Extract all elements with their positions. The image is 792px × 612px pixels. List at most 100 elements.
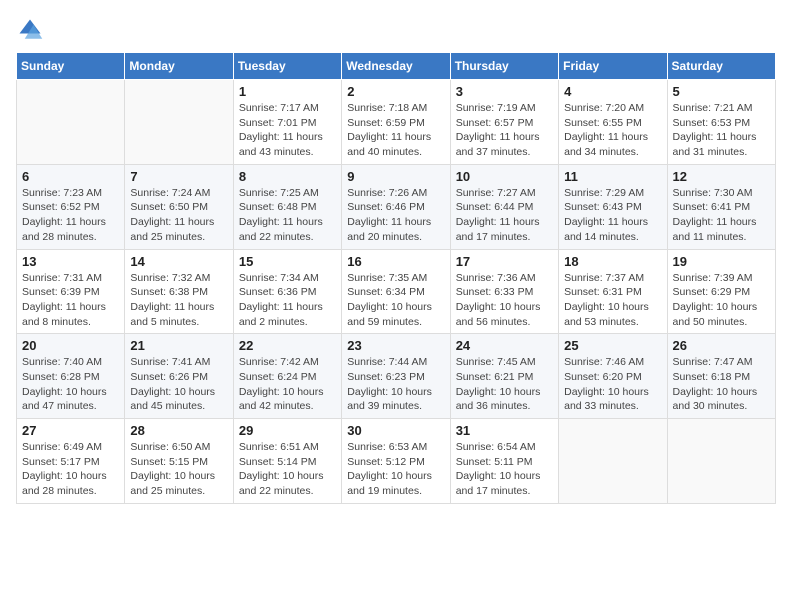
calendar-day-cell: 18 Sunrise: 7:37 AM Sunset: 6:31 PM Dayli… bbox=[559, 249, 667, 334]
weekday-header-monday: Monday bbox=[125, 53, 233, 80]
calendar-day-cell: 20 Sunrise: 7:40 AM Sunset: 6:28 PM Dayli… bbox=[17, 334, 125, 419]
logo bbox=[16, 16, 48, 44]
day-number: 20 bbox=[22, 338, 119, 353]
day-info: Sunrise: 7:30 AM Sunset: 6:41 PM Dayligh… bbox=[673, 186, 770, 245]
page-header bbox=[16, 16, 776, 44]
day-info: Sunrise: 7:23 AM Sunset: 6:52 PM Dayligh… bbox=[22, 186, 119, 245]
day-info: Sunrise: 7:29 AM Sunset: 6:43 PM Dayligh… bbox=[564, 186, 661, 245]
day-info: Sunrise: 7:39 AM Sunset: 6:29 PM Dayligh… bbox=[673, 271, 770, 330]
day-info: Sunrise: 7:18 AM Sunset: 6:59 PM Dayligh… bbox=[347, 101, 444, 160]
day-number: 17 bbox=[456, 254, 553, 269]
day-info: Sunrise: 7:44 AM Sunset: 6:23 PM Dayligh… bbox=[347, 355, 444, 414]
calendar-day-cell: 9 Sunrise: 7:26 AM Sunset: 6:46 PM Daylig… bbox=[342, 164, 450, 249]
day-number: 8 bbox=[239, 169, 336, 184]
day-number: 14 bbox=[130, 254, 227, 269]
calendar-week-row: 6Sunrise: 7:23 AM Sunset: 6:52 PM Daylig… bbox=[17, 164, 776, 249]
calendar-day-cell: 27Sunrise: 6:49 AM Sunset: 5:17 PM Dayli… bbox=[17, 419, 125, 504]
calendar-day-cell: 25 Sunrise: 7:46 AM Sunset: 6:20 PM Dayli… bbox=[559, 334, 667, 419]
day-number: 2 bbox=[347, 84, 444, 99]
day-number: 16 bbox=[347, 254, 444, 269]
calendar-week-row: 13 Sunrise: 7:31 AM Sunset: 6:39 PM Dayli… bbox=[17, 249, 776, 334]
day-number: 23 bbox=[347, 338, 444, 353]
weekday-header-sunday: Sunday bbox=[17, 53, 125, 80]
day-info: Sunrise: 7:32 AM Sunset: 6:38 PM Dayligh… bbox=[130, 271, 227, 330]
day-number: 21 bbox=[130, 338, 227, 353]
day-info: Sunrise: 7:34 AM Sunset: 6:36 PM Dayligh… bbox=[239, 271, 336, 330]
day-number: 3 bbox=[456, 84, 553, 99]
calendar-day-cell: 7Sunrise: 7:24 AM Sunset: 6:50 PM Daylig… bbox=[125, 164, 233, 249]
calendar-day-cell: 24 Sunrise: 7:45 AM Sunset: 6:21 PM Dayli… bbox=[450, 334, 558, 419]
calendar-day-cell: 30 Sunrise: 6:53 AM Sunset: 5:12 PM Dayli… bbox=[342, 419, 450, 504]
calendar-day-cell: 1 Sunrise: 7:17 AM Sunset: 7:01 PM Daylig… bbox=[233, 80, 341, 165]
day-number: 22 bbox=[239, 338, 336, 353]
day-number: 10 bbox=[456, 169, 553, 184]
day-number: 15 bbox=[239, 254, 336, 269]
day-info: Sunrise: 6:49 AM Sunset: 5:17 PM Dayligh… bbox=[22, 440, 119, 499]
calendar-week-row: 1 Sunrise: 7:17 AM Sunset: 7:01 PM Daylig… bbox=[17, 80, 776, 165]
day-info: Sunrise: 7:31 AM Sunset: 6:39 PM Dayligh… bbox=[22, 271, 119, 330]
calendar-day-cell: 17Sunrise: 7:36 AM Sunset: 6:33 PM Dayli… bbox=[450, 249, 558, 334]
calendar-day-cell: 23 Sunrise: 7:44 AM Sunset: 6:23 PM Dayli… bbox=[342, 334, 450, 419]
calendar-day-cell: 31Sunrise: 6:54 AM Sunset: 5:11 PM Dayli… bbox=[450, 419, 558, 504]
calendar-day-cell: 6Sunrise: 7:23 AM Sunset: 6:52 PM Daylig… bbox=[17, 164, 125, 249]
day-number: 9 bbox=[347, 169, 444, 184]
day-number: 18 bbox=[564, 254, 661, 269]
calendar-day-cell: 12Sunrise: 7:30 AM Sunset: 6:41 PM Dayli… bbox=[667, 164, 775, 249]
day-info: Sunrise: 7:46 AM Sunset: 6:20 PM Dayligh… bbox=[564, 355, 661, 414]
day-number: 19 bbox=[673, 254, 770, 269]
day-number: 24 bbox=[456, 338, 553, 353]
day-info: Sunrise: 7:20 AM Sunset: 6:55 PM Dayligh… bbox=[564, 101, 661, 160]
calendar-day-cell: 2 Sunrise: 7:18 AM Sunset: 6:59 PM Daylig… bbox=[342, 80, 450, 165]
calendar-day-cell: 11 Sunrise: 7:29 AM Sunset: 6:43 PM Dayli… bbox=[559, 164, 667, 249]
day-number: 26 bbox=[673, 338, 770, 353]
calendar-day-cell: 5Sunrise: 7:21 AM Sunset: 6:53 PM Daylig… bbox=[667, 80, 775, 165]
day-number: 25 bbox=[564, 338, 661, 353]
day-info: Sunrise: 7:27 AM Sunset: 6:44 PM Dayligh… bbox=[456, 186, 553, 245]
day-info: Sunrise: 7:21 AM Sunset: 6:53 PM Dayligh… bbox=[673, 101, 770, 160]
weekday-header-thursday: Thursday bbox=[450, 53, 558, 80]
day-info: Sunrise: 6:50 AM Sunset: 5:15 PM Dayligh… bbox=[130, 440, 227, 499]
calendar-day-cell: 26 Sunrise: 7:47 AM Sunset: 6:18 PM Dayli… bbox=[667, 334, 775, 419]
day-number: 30 bbox=[347, 423, 444, 438]
calendar-week-row: 27Sunrise: 6:49 AM Sunset: 5:17 PM Dayli… bbox=[17, 419, 776, 504]
calendar-day-cell: 16 Sunrise: 7:35 AM Sunset: 6:34 PM Dayli… bbox=[342, 249, 450, 334]
calendar-day-cell: 4 Sunrise: 7:20 AM Sunset: 6:55 PM Daylig… bbox=[559, 80, 667, 165]
day-number: 1 bbox=[239, 84, 336, 99]
day-info: Sunrise: 7:37 AM Sunset: 6:31 PM Dayligh… bbox=[564, 271, 661, 330]
calendar-day-cell: 19 Sunrise: 7:39 AM Sunset: 6:29 PM Dayli… bbox=[667, 249, 775, 334]
weekday-header-row: SundayMondayTuesdayWednesdayThursdayFrid… bbox=[17, 53, 776, 80]
weekday-header-tuesday: Tuesday bbox=[233, 53, 341, 80]
calendar-day-cell: 14 Sunrise: 7:32 AM Sunset: 6:38 PM Dayli… bbox=[125, 249, 233, 334]
calendar-day-cell bbox=[667, 419, 775, 504]
day-info: Sunrise: 6:54 AM Sunset: 5:11 PM Dayligh… bbox=[456, 440, 553, 499]
calendar-day-cell: 10 Sunrise: 7:27 AM Sunset: 6:44 PM Dayli… bbox=[450, 164, 558, 249]
weekday-header-friday: Friday bbox=[559, 53, 667, 80]
calendar-day-cell: 8 Sunrise: 7:25 AM Sunset: 6:48 PM Daylig… bbox=[233, 164, 341, 249]
calendar-day-cell bbox=[17, 80, 125, 165]
day-info: Sunrise: 7:42 AM Sunset: 6:24 PM Dayligh… bbox=[239, 355, 336, 414]
day-info: Sunrise: 7:25 AM Sunset: 6:48 PM Dayligh… bbox=[239, 186, 336, 245]
day-info: Sunrise: 6:51 AM Sunset: 5:14 PM Dayligh… bbox=[239, 440, 336, 499]
logo-icon bbox=[16, 16, 44, 44]
calendar-table: SundayMondayTuesdayWednesdayThursdayFrid… bbox=[16, 52, 776, 504]
day-number: 13 bbox=[22, 254, 119, 269]
day-number: 7 bbox=[130, 169, 227, 184]
weekday-header-wednesday: Wednesday bbox=[342, 53, 450, 80]
day-info: Sunrise: 7:47 AM Sunset: 6:18 PM Dayligh… bbox=[673, 355, 770, 414]
day-info: Sunrise: 6:53 AM Sunset: 5:12 PM Dayligh… bbox=[347, 440, 444, 499]
calendar-day-cell: 22 Sunrise: 7:42 AM Sunset: 6:24 PM Dayli… bbox=[233, 334, 341, 419]
day-info: Sunrise: 7:35 AM Sunset: 6:34 PM Dayligh… bbox=[347, 271, 444, 330]
day-info: Sunrise: 7:26 AM Sunset: 6:46 PM Dayligh… bbox=[347, 186, 444, 245]
day-info: Sunrise: 7:17 AM Sunset: 7:01 PM Dayligh… bbox=[239, 101, 336, 160]
weekday-header-saturday: Saturday bbox=[667, 53, 775, 80]
calendar-day-cell: 13 Sunrise: 7:31 AM Sunset: 6:39 PM Dayli… bbox=[17, 249, 125, 334]
day-number: 4 bbox=[564, 84, 661, 99]
day-number: 11 bbox=[564, 169, 661, 184]
day-info: Sunrise: 7:41 AM Sunset: 6:26 PM Dayligh… bbox=[130, 355, 227, 414]
day-number: 28 bbox=[130, 423, 227, 438]
day-info: Sunrise: 7:40 AM Sunset: 6:28 PM Dayligh… bbox=[22, 355, 119, 414]
calendar-week-row: 20 Sunrise: 7:40 AM Sunset: 6:28 PM Dayli… bbox=[17, 334, 776, 419]
calendar-day-cell: 15 Sunrise: 7:34 AM Sunset: 6:36 PM Dayli… bbox=[233, 249, 341, 334]
calendar-day-cell bbox=[125, 80, 233, 165]
day-info: Sunrise: 7:45 AM Sunset: 6:21 PM Dayligh… bbox=[456, 355, 553, 414]
